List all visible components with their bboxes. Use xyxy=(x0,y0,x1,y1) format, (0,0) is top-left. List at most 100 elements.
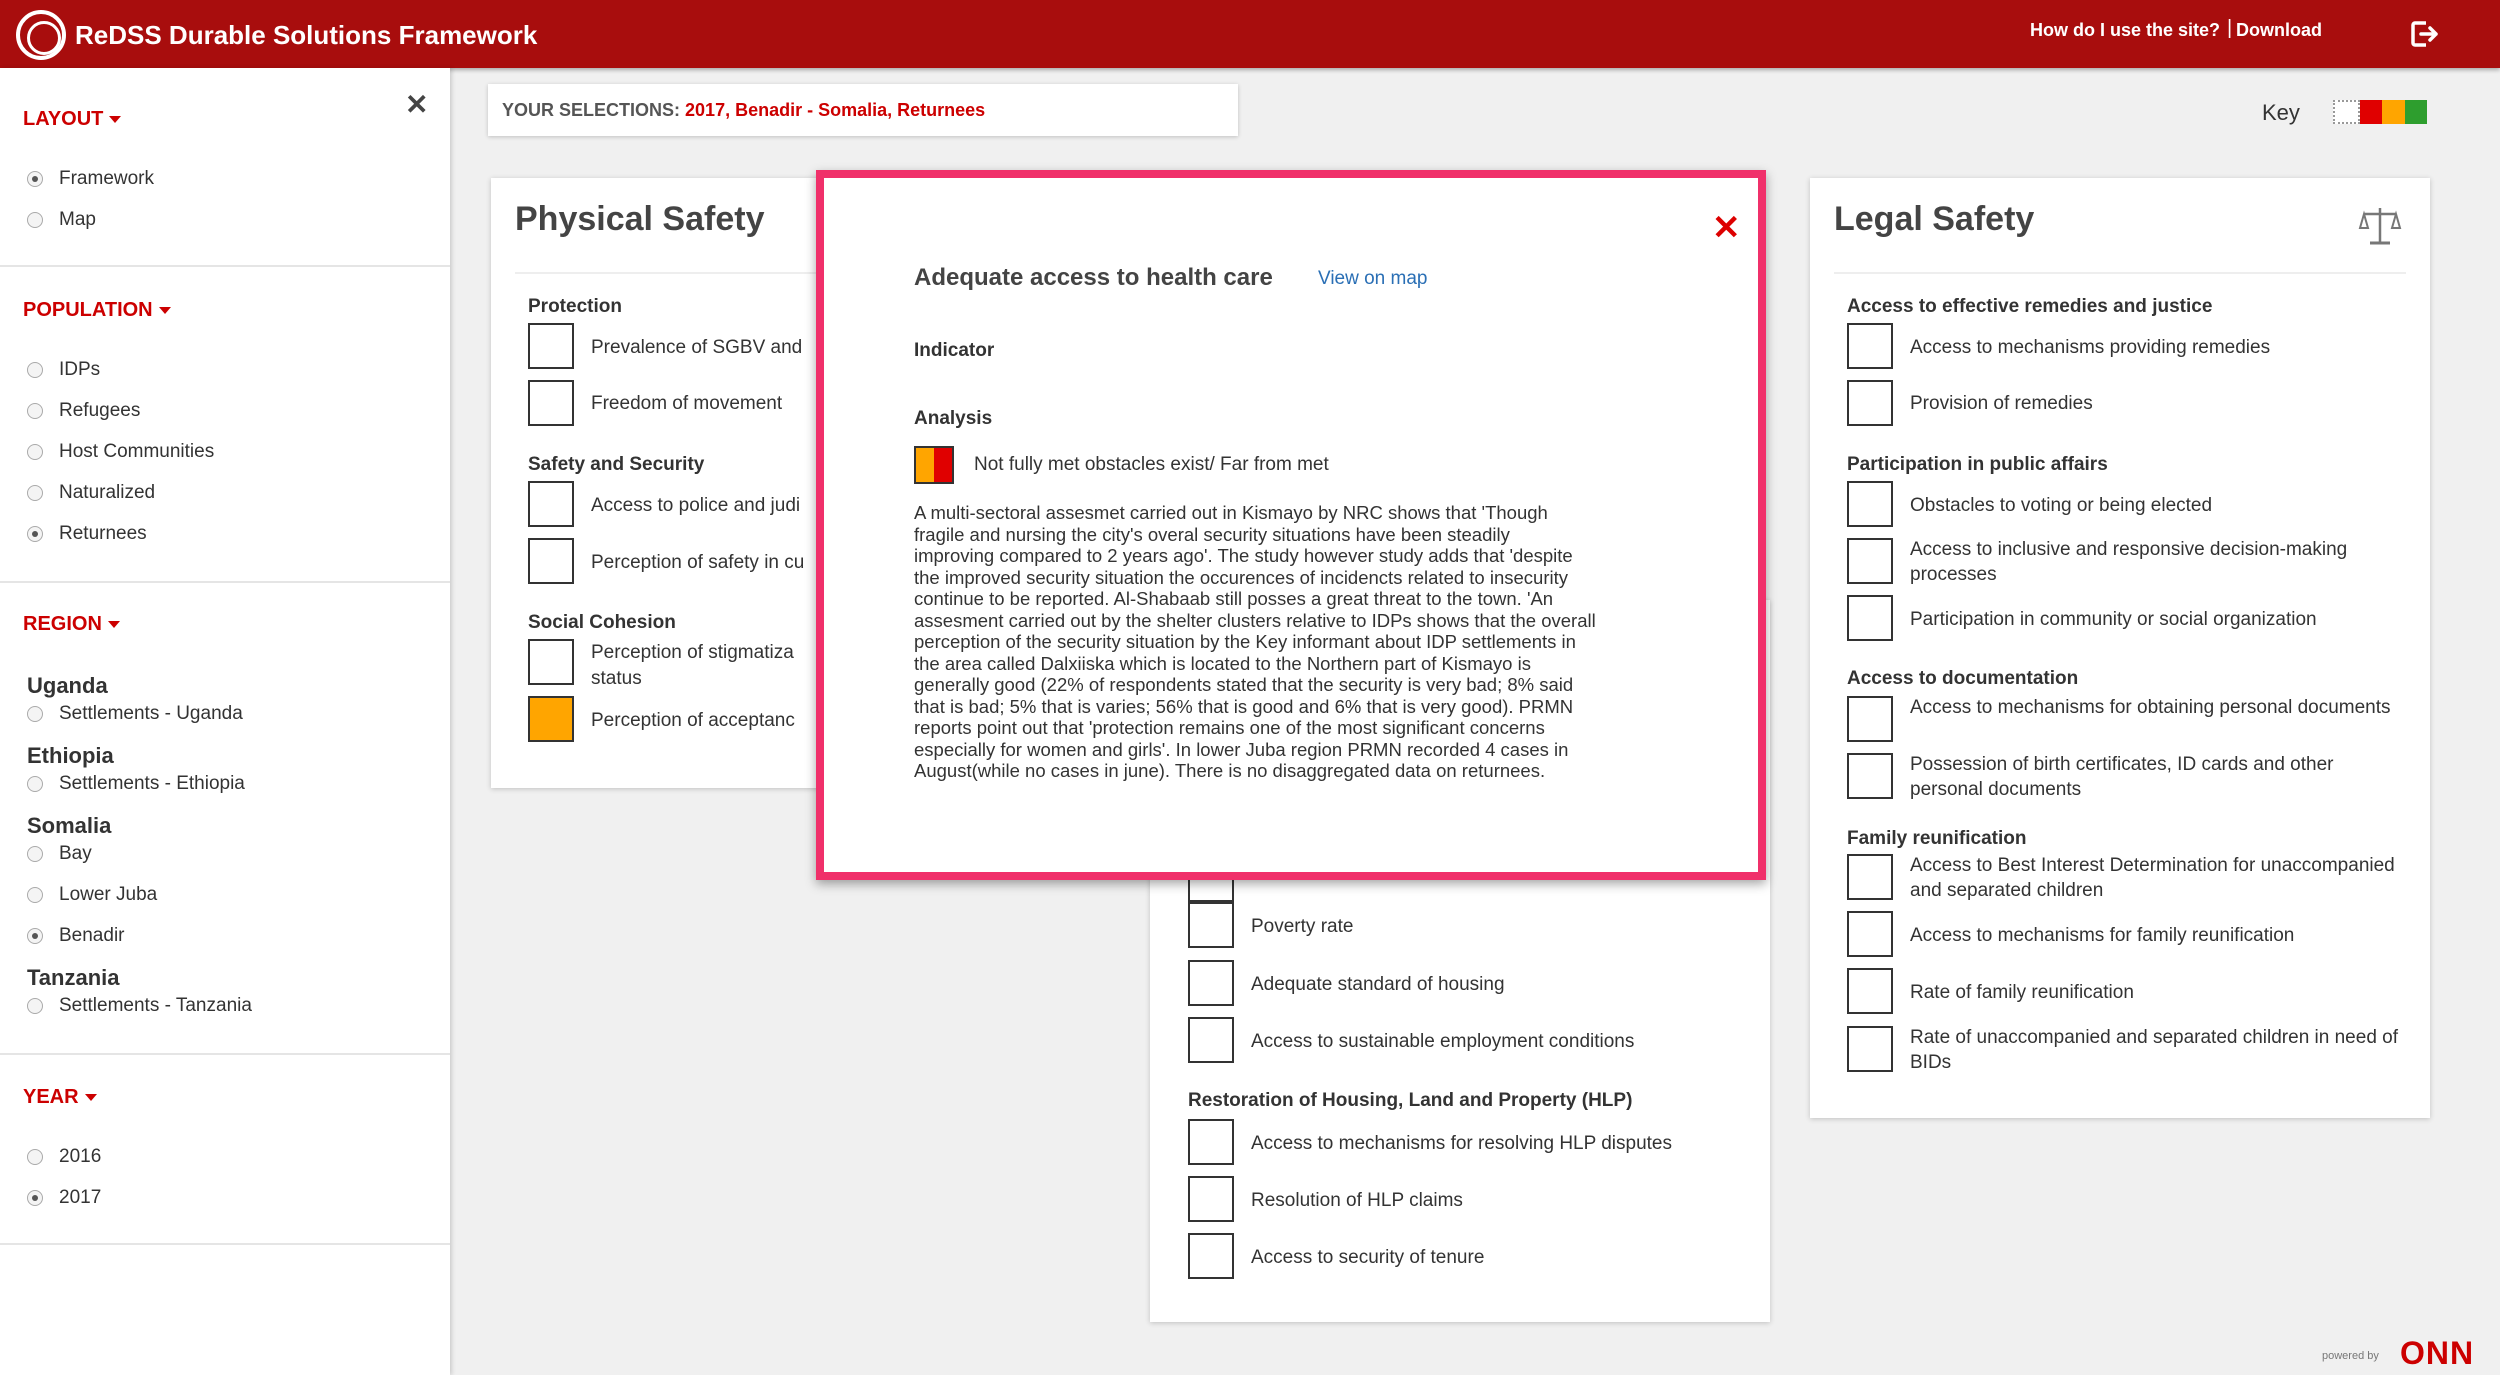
group-title-public-affairs: Participation in public affairs xyxy=(1847,454,2108,475)
analysis-line: that is bad; 5% that is varies; 56% that… xyxy=(914,695,1574,717)
indicator-status-box[interactable] xyxy=(1847,481,1893,527)
radio-button[interactable] xyxy=(27,362,43,378)
radio-button[interactable] xyxy=(27,1190,43,1206)
analysis-line: the improved security situation the occu… xyxy=(914,566,1568,588)
divider xyxy=(0,265,450,267)
indicator-label[interactable]: Adequate standard of housing xyxy=(1251,972,1505,997)
analysis-line: especially for women and girls'. In lowe… xyxy=(914,738,1569,760)
key-swatch-white xyxy=(2333,100,2360,124)
indicator-status-box[interactable] xyxy=(1847,968,1893,1014)
onn-logo[interactable]: ONN xyxy=(2400,1335,2474,1372)
indicator-status-box[interactable] xyxy=(1847,854,1893,900)
help-link[interactable]: How do I use the site? xyxy=(2030,20,2220,41)
chevron-down-icon xyxy=(84,1094,97,1102)
indicator-label: Indicator xyxy=(914,340,995,361)
key-legend[interactable] xyxy=(2333,100,2427,124)
key-swatch-red xyxy=(2359,100,2382,124)
analysis-line: improving compared to 2 years ago'. The … xyxy=(914,545,1573,566)
indicator-label[interactable]: Access to police and judi xyxy=(591,493,800,518)
indicator-status-box[interactable] xyxy=(1847,696,1893,742)
region-group-uganda: Uganda xyxy=(27,673,108,698)
card-title: Physical Safety xyxy=(515,200,765,238)
radio-button[interactable] xyxy=(27,928,43,944)
radio-button[interactable] xyxy=(27,1149,43,1165)
indicator-label[interactable]: Access to mechanisms for family reunific… xyxy=(1910,923,2294,948)
indicator-status-box[interactable] xyxy=(528,639,574,685)
indicator-status-box[interactable] xyxy=(1188,1017,1234,1063)
indicator-detail-modal: ✕ Adequate access to health care View on… xyxy=(816,170,1766,880)
indicator-status-box[interactable] xyxy=(1188,1176,1234,1222)
indicator-label[interactable]: Access to mechanisms providing remedies xyxy=(1910,335,2270,360)
indicator-label[interactable]: Participation in community or social org… xyxy=(1910,607,2317,632)
radio-button[interactable] xyxy=(27,171,43,187)
download-link[interactable]: Download xyxy=(2236,20,2322,41)
radio-button[interactable] xyxy=(27,776,43,792)
filter-sidebar: ✕ LAYOUT Framework Map POPULATION IDPs R… xyxy=(0,68,450,1375)
indicator-label[interactable]: Obstacles to voting or being elected xyxy=(1910,493,2212,518)
layout-heading[interactable]: LAYOUT xyxy=(23,108,122,131)
indicator-label[interactable]: Freedom of movement xyxy=(591,391,782,416)
indicator-label[interactable]: Possession of birth certificates, ID car… xyxy=(1910,752,2410,802)
indicator-label[interactable]: Resolution of HLP claims xyxy=(1251,1188,1463,1213)
indicator-label[interactable]: Access to security of tenure xyxy=(1251,1245,1484,1270)
indicator-label[interactable]: Perception of safety in cu xyxy=(591,550,804,575)
indicator-status-box[interactable] xyxy=(528,481,574,527)
indicator-status-box[interactable] xyxy=(1847,380,1893,426)
radio-button[interactable] xyxy=(27,212,43,228)
indicator-label[interactable]: status xyxy=(591,666,642,691)
year-heading[interactable]: YEAR xyxy=(23,1086,97,1109)
radio-button[interactable] xyxy=(27,403,43,419)
indicator-status-box[interactable] xyxy=(528,696,574,742)
indicator-status-box[interactable] xyxy=(1188,960,1234,1006)
radio-button[interactable] xyxy=(27,526,43,542)
close-icon[interactable]: ✕ xyxy=(405,88,428,121)
radio-button[interactable] xyxy=(27,887,43,903)
region-heading[interactable]: REGION xyxy=(23,613,120,636)
analysis-line: fragile and nursing the city's overal se… xyxy=(914,523,1510,545)
radio-button[interactable] xyxy=(27,706,43,722)
logout-icon[interactable] xyxy=(2410,20,2440,48)
indicator-status-box[interactable] xyxy=(1188,1119,1234,1165)
selections-value: 2017, Benadir - Somalia, Returnees xyxy=(685,100,986,120)
indicator-status-box[interactable] xyxy=(1847,538,1893,584)
radio-button[interactable] xyxy=(27,444,43,460)
indicator-status-box[interactable] xyxy=(1847,323,1893,369)
population-heading[interactable]: POPULATION xyxy=(23,299,171,322)
indicator-label[interactable]: Access to sustainable employment conditi… xyxy=(1251,1029,1634,1054)
indicator-status-box[interactable] xyxy=(1847,1026,1893,1072)
key-swatch-orange xyxy=(2382,100,2405,124)
view-on-map-link[interactable]: View on map xyxy=(1318,268,1428,290)
legal-safety-card: Legal Safety Access to effective remedie… xyxy=(1810,178,2430,1118)
app-title[interactable]: ReDSS Durable Solutions Framework xyxy=(75,20,537,51)
radio-button[interactable] xyxy=(27,485,43,501)
indicator-label[interactable]: Perception of acceptanc xyxy=(591,708,795,733)
indicator-status-box[interactable] xyxy=(528,323,574,369)
radio-button[interactable] xyxy=(27,998,43,1014)
radio-button[interactable] xyxy=(27,846,43,862)
redss-logo-icon[interactable] xyxy=(16,10,66,60)
indicator-status-box[interactable] xyxy=(528,380,574,426)
region-group-tanzania: Tanzania xyxy=(27,965,120,990)
close-icon[interactable]: ✕ xyxy=(1712,208,1741,248)
indicator-status-box[interactable] xyxy=(1847,753,1893,799)
indicator-label[interactable]: Access to mechanisms for obtaining perso… xyxy=(1910,695,2410,720)
indicator-label[interactable]: Access to inclusive and responsive decis… xyxy=(1910,537,2410,587)
indicator-label[interactable]: Prevalence of SGBV and xyxy=(591,335,802,360)
indicator-label[interactable]: Poverty rate xyxy=(1251,914,1353,939)
indicator-label[interactable]: Perception of stigmatiza xyxy=(591,640,794,665)
indicator-label[interactable]: Provision of remedies xyxy=(1910,391,2093,416)
indicator-label[interactable]: Rate of family reunification xyxy=(1910,980,2134,1005)
indicator-status-box[interactable] xyxy=(1188,902,1234,948)
indicator-status-box[interactable] xyxy=(1847,911,1893,957)
analysis-line: assesment carried out by the shelter clu… xyxy=(914,609,1596,631)
indicator-status-box[interactable] xyxy=(528,538,574,584)
divider xyxy=(0,581,450,583)
indicator-label[interactable]: Access to Best Interest Determination fo… xyxy=(1910,853,2410,903)
indicator-label[interactable]: Access to mechanisms for resolving HLP d… xyxy=(1251,1131,1672,1156)
indicator-status-box[interactable] xyxy=(1188,1233,1234,1279)
analysis-line: the area called Dalxiiska which is locat… xyxy=(914,652,1531,674)
group-title-protection: Protection xyxy=(528,296,622,317)
indicator-label[interactable]: Rate of unaccompanied and separated chil… xyxy=(1910,1025,2410,1075)
indicator-status-box[interactable] xyxy=(1847,595,1893,641)
top-bar: ReDSS Durable Solutions Framework How do… xyxy=(0,0,2500,68)
